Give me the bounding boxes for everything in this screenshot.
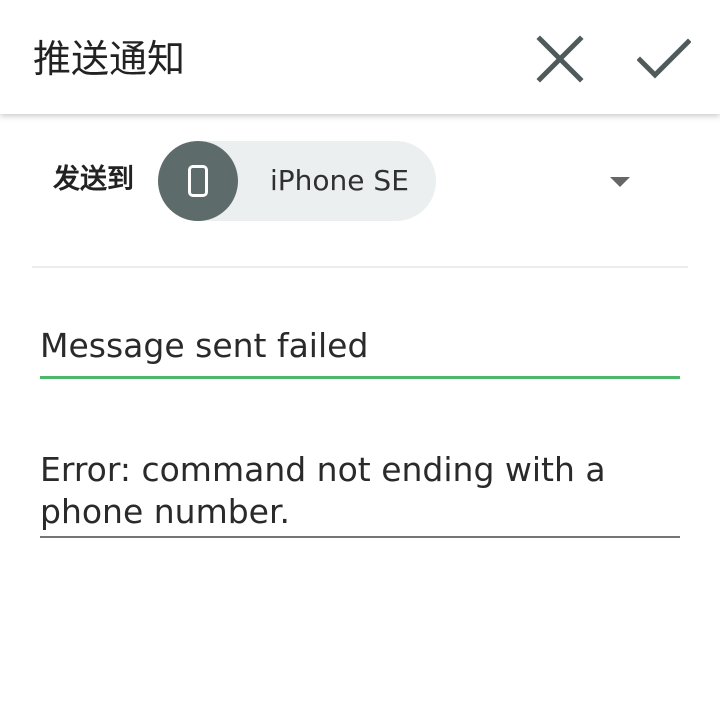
close-icon [536, 35, 584, 83]
notification-message-field[interactable]: Error: command not ending with a phone n… [40, 446, 680, 538]
device-avatar [158, 141, 238, 221]
form-content: 发送到 iPhone SE Message sent failed Error:… [0, 114, 720, 721]
device-name: iPhone SE [270, 164, 409, 197]
notification-message-value: Error: command not ending with a phone n… [40, 450, 606, 531]
done-button[interactable] [632, 27, 696, 91]
check-icon [637, 38, 691, 79]
device-dropdown-button[interactable] [604, 172, 636, 192]
app-bar: 推送通知 [0, 0, 720, 114]
divider [32, 266, 688, 268]
close-button[interactable] [528, 27, 592, 91]
smartphone-icon [188, 165, 208, 197]
notification-title-field[interactable]: Message sent failed [40, 324, 680, 379]
device-chip[interactable]: iPhone SE [158, 141, 436, 221]
send-to-label: 发送到 [53, 164, 134, 195]
dropdown-arrow-icon [610, 177, 630, 187]
page-title: 推送通知 [33, 37, 186, 81]
notification-title-value: Message sent failed [40, 326, 369, 365]
